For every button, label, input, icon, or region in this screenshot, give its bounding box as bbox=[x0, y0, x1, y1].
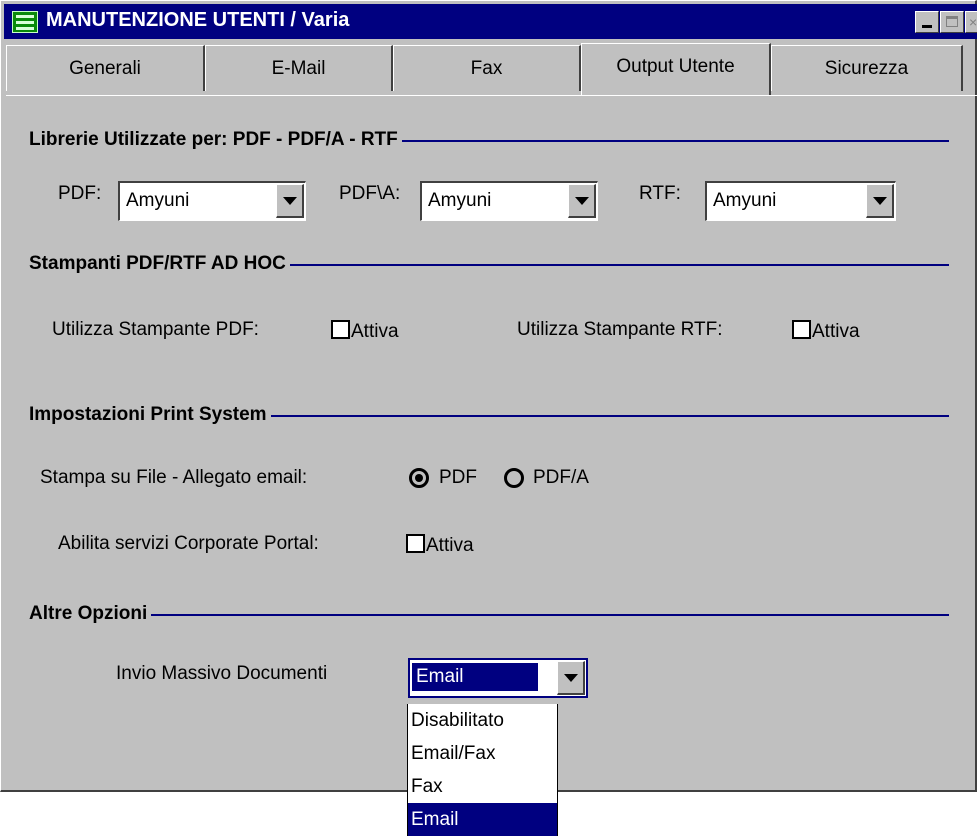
stampa-file-label: Stampa su File - Allegato email: bbox=[40, 467, 308, 488]
tab-generali[interactable]: Generali bbox=[6, 45, 205, 91]
invio-massivo-label: Invio Massivo Documenti bbox=[116, 663, 328, 684]
window: MANUTENZIONE UTENTI / Varia × Generali E… bbox=[0, 0, 977, 792]
chevron-down-icon bbox=[873, 197, 887, 205]
option-disabilitato[interactable]: Disabilitato bbox=[408, 704, 557, 737]
maximize-button[interactable] bbox=[940, 11, 964, 33]
radio-pdf[interactable] bbox=[409, 468, 429, 488]
section-title: Stampanti PDF/RTF AD HOC bbox=[29, 253, 290, 275]
rtf-printer-checkbox[interactable] bbox=[792, 320, 811, 339]
section-line bbox=[29, 614, 949, 616]
tab-output-utente[interactable]: Output Utente bbox=[581, 43, 771, 95]
pdf-printer-check-label: Attiva bbox=[351, 321, 399, 342]
section-title: Altre Opzioni bbox=[29, 603, 152, 625]
rtf-library-value: Amyuni bbox=[713, 190, 777, 211]
tab-fax[interactable]: Fax bbox=[393, 45, 581, 91]
pdf-library-label: PDF: bbox=[58, 183, 102, 204]
invio-massivo-select[interactable]: Email bbox=[408, 658, 588, 698]
chevron-down-icon bbox=[283, 197, 297, 205]
tab-email[interactable]: E-Mail bbox=[205, 45, 393, 91]
option-fax[interactable]: Fax bbox=[408, 770, 557, 803]
rtf-printer-label: Utilizza Stampante RTF: bbox=[517, 319, 723, 340]
pdfa-library-label: PDF\A: bbox=[339, 183, 401, 204]
pdf-library-select[interactable]: Amyuni bbox=[118, 181, 306, 221]
section-title: Impostazioni Print System bbox=[29, 404, 271, 426]
corporate-portal-check-label: Attiva bbox=[426, 535, 474, 556]
radio-selected-dot bbox=[415, 474, 423, 482]
tab-bar: Generali E-Mail Fax Output Utente Sicure… bbox=[6, 43, 977, 95]
pdf-library-dropdown-button[interactable] bbox=[276, 184, 304, 218]
radio-pdfa[interactable] bbox=[504, 468, 524, 488]
chevron-down-icon bbox=[575, 197, 589, 205]
pdf-printer-label: Utilizza Stampante PDF: bbox=[52, 319, 259, 340]
rtf-library-dropdown-button[interactable] bbox=[866, 184, 894, 218]
window-title: MANUTENZIONE UTENTI / Varia bbox=[46, 9, 350, 31]
section-altre-opzioni: Altre Opzioni bbox=[29, 603, 949, 627]
radio-pdfa-label: PDF/A bbox=[533, 467, 589, 488]
invio-massivo-dropdown-button[interactable] bbox=[557, 661, 585, 695]
close-icon: × bbox=[969, 14, 977, 30]
rtf-library-select[interactable]: Amyuni bbox=[705, 181, 896, 221]
option-email[interactable]: Email bbox=[408, 803, 557, 836]
invio-massivo-options-list: Disabilitato Email/Fax Fax Email bbox=[407, 704, 558, 836]
section-librerie: Librerie Utilizzate per: PDF - PDF/A - R… bbox=[29, 129, 949, 153]
pdfa-library-dropdown-button[interactable] bbox=[568, 184, 596, 218]
tab-divider bbox=[6, 95, 977, 96]
corporate-portal-label: Abilita servizi Corporate Portal: bbox=[58, 533, 319, 554]
chevron-down-icon bbox=[564, 674, 578, 682]
corporate-portal-checkbox[interactable] bbox=[406, 534, 425, 553]
section-title: Librerie Utilizzate per: PDF - PDF/A - R… bbox=[29, 129, 402, 151]
rtf-printer-check-label: Attiva bbox=[812, 321, 860, 342]
option-email-fax[interactable]: Email/Fax bbox=[408, 737, 557, 770]
pdf-printer-checkbox[interactable] bbox=[331, 320, 350, 339]
maximize-icon bbox=[946, 16, 958, 27]
close-button[interactable]: × bbox=[965, 11, 977, 33]
minimize-icon bbox=[922, 25, 932, 28]
pdfa-library-value: Amyuni bbox=[428, 190, 492, 211]
pdfa-library-select[interactable]: Amyuni bbox=[420, 181, 598, 221]
section-stampanti: Stampanti PDF/RTF AD HOC bbox=[29, 253, 949, 277]
invio-massivo-value: Email bbox=[412, 663, 538, 691]
minimize-button[interactable] bbox=[915, 11, 939, 33]
tab-sicurezza[interactable]: Sicurezza bbox=[771, 45, 963, 91]
pdf-library-value: Amyuni bbox=[126, 190, 190, 211]
radio-pdf-label: PDF bbox=[439, 467, 477, 488]
app-icon bbox=[12, 11, 38, 33]
section-print-system: Impostazioni Print System bbox=[29, 404, 949, 428]
rtf-library-label: RTF: bbox=[639, 183, 681, 204]
title-bar[interactable]: MANUTENZIONE UTENTI / Varia × bbox=[4, 4, 977, 39]
